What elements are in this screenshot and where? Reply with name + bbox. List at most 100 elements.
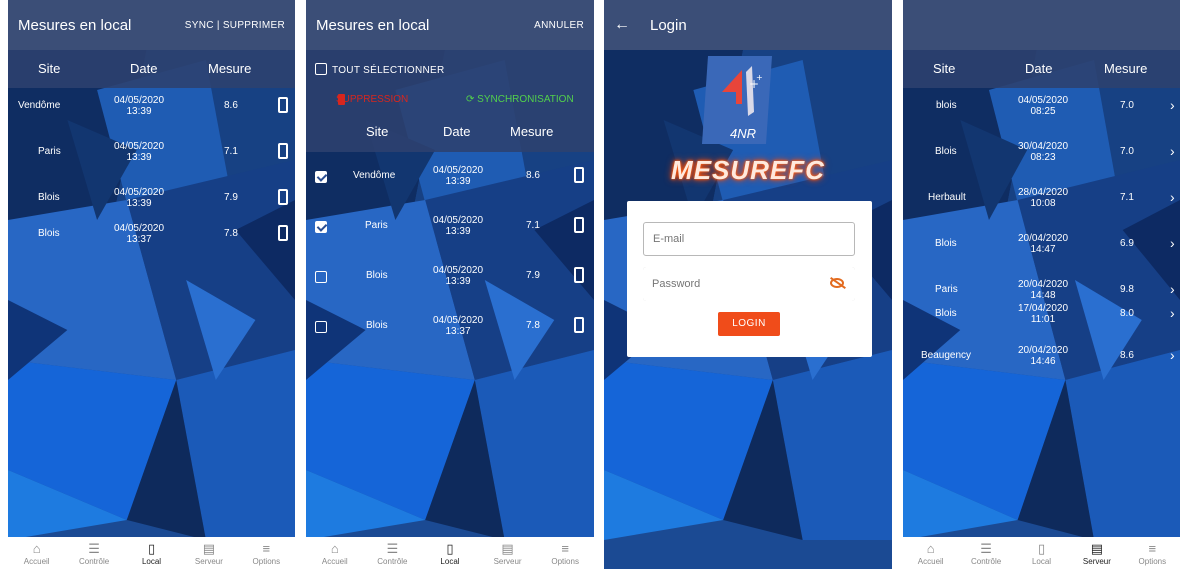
column-value: Mesure	[1104, 61, 1148, 76]
table-row[interactable]: blois 04/05/2020 08:25 7.0 ›	[903, 84, 1180, 130]
phone-icon	[278, 143, 288, 159]
nav-options[interactable]: ≡ Options	[1125, 537, 1180, 569]
row-site: blois	[936, 100, 957, 111]
table-row[interactable]: Herbault 28/04/2020 10:08 7.1 ›	[903, 176, 1180, 222]
row-value: 7.0	[1120, 100, 1134, 111]
row-site: Vendôme	[18, 100, 61, 111]
row-checkbox[interactable]	[315, 321, 327, 333]
column-value: Mesure	[510, 124, 554, 139]
server-icon: ▤	[1090, 541, 1104, 556]
row-value: 7.1	[1120, 192, 1134, 203]
nav-server[interactable]: ▤ Serveur	[1069, 537, 1124, 569]
nav-home[interactable]: ⌂ Accueil	[8, 537, 65, 569]
sync-delete-button[interactable]: SYNC | SUPPRIMER	[185, 20, 285, 31]
table-row[interactable]: Vendôme 04/05/2020 13:39 8.6	[306, 154, 594, 200]
nav-home[interactable]: ⌂ Accueil	[306, 537, 364, 569]
nav-options[interactable]: ≡ Options	[536, 537, 594, 569]
table-row[interactable]: Blois 04/05/2020 13:37 7.8	[8, 212, 295, 258]
menu-icon: ≡	[1148, 541, 1157, 556]
server-icon: ▤	[202, 541, 216, 556]
login-button[interactable]: LOGIN	[718, 312, 780, 336]
row-value: 7.9	[224, 192, 238, 203]
app-bar: ← Login	[604, 0, 892, 50]
row-site: Beaugency	[921, 350, 972, 361]
nav-home[interactable]: ⌂ Accueil	[903, 537, 958, 569]
nav-local[interactable]: ▯ Local	[1014, 537, 1069, 569]
delete-button[interactable]: SUPPRESSION	[336, 94, 408, 105]
row-checkbox[interactable]	[315, 171, 327, 183]
phone-icon	[574, 267, 584, 283]
home-icon: ⌂	[330, 541, 339, 556]
eye-off-icon[interactable]	[830, 278, 844, 288]
page-title: Mesures en local	[316, 16, 430, 34]
row-site: Blois	[38, 192, 60, 203]
login-card: LOGIN	[627, 201, 872, 357]
select-all-checkbox[interactable]: TOUT SÉLECTIONNER	[315, 63, 445, 76]
checklist-icon: ☰	[980, 541, 992, 556]
chevron-right-icon: ›	[1170, 143, 1175, 159]
column-site: Site	[38, 61, 61, 76]
phone-icon	[278, 189, 288, 205]
table-header: Site Date Mesure	[8, 50, 295, 88]
chevron-right-icon: ›	[1170, 189, 1175, 205]
nav-local[interactable]: ▯ Local	[123, 537, 180, 569]
cancel-button[interactable]: ANNULER	[534, 20, 584, 31]
row-checkbox[interactable]	[315, 271, 327, 283]
row-value: 8.0	[1120, 308, 1134, 319]
phone-icon	[278, 97, 288, 113]
home-icon: ⌂	[32, 541, 41, 556]
back-arrow-icon[interactable]: ←	[614, 16, 630, 34]
row-site: Blois	[366, 320, 388, 331]
email-field[interactable]	[643, 222, 855, 256]
table-row[interactable]: Blois 30/04/2020 08:23 7.0 ›	[903, 130, 1180, 176]
row-site: Paris	[38, 146, 61, 157]
logo-text: 4NR	[730, 126, 757, 141]
chevron-right-icon: ›	[1170, 235, 1175, 251]
app-bar: Mesures en local ANNULER	[306, 0, 594, 50]
nav-options[interactable]: ≡ Options	[238, 537, 295, 569]
page-title: Login	[650, 16, 687, 34]
table-row[interactable]: Blois 17/04/2020 11:01 8.0 ›	[903, 292, 1180, 338]
app-bar: Mesures en local SYNC | SUPPRIMER	[8, 0, 295, 50]
home-icon: ⌂	[926, 541, 935, 556]
phone-icon: ▯	[1037, 541, 1046, 556]
nav-local[interactable]: ▯ Local	[421, 537, 479, 569]
password-field[interactable]	[643, 267, 855, 301]
row-date: 04/05/2020 13:39	[113, 141, 165, 163]
phone-icon	[574, 217, 584, 233]
local-measures-screen: Mesures en local SYNC | SUPPRIMER Site D…	[8, 0, 295, 569]
nav-server[interactable]: ▤ Serveur	[479, 537, 537, 569]
table-row[interactable]: Paris 04/05/2020 13:39 7.1	[306, 204, 594, 250]
table-row[interactable]: Blois 04/05/2020 13:39 7.9	[306, 254, 594, 300]
row-site: Vendôme	[353, 170, 396, 181]
nav-control[interactable]: ☰ Contrôle	[364, 537, 422, 569]
bottom-nav: ⌂ Accueil ☰ Contrôle ▯ Local ▤ Serveur ≡ Opti…	[903, 537, 1180, 569]
selection-screen: Mesures en local ANNULER TOUT SÉLECTIONN…	[306, 0, 594, 569]
row-value: 8.6	[1120, 350, 1134, 361]
table-row[interactable]: Blois 20/04/2020 14:47 6.9 ›	[903, 222, 1180, 268]
nav-server[interactable]: ▤ Serveur	[180, 537, 237, 569]
row-date: 04/05/2020 13:39	[113, 95, 165, 117]
nav-control[interactable]: ☰ Contrôle	[958, 537, 1013, 569]
column-date: Date	[130, 61, 158, 76]
table-row[interactable]: Vendôme 04/05/2020 13:39 8.6	[8, 84, 295, 130]
table-row[interactable]: Blois 04/05/2020 13:37 7.8	[306, 304, 594, 350]
sync-button[interactable]: ⟳ SYNCHRONISATION	[466, 94, 574, 105]
phone-icon	[574, 167, 584, 183]
row-site: Blois	[38, 228, 60, 239]
table-row[interactable]: Beaugency 20/04/2020 14:46 8.6 ›	[903, 334, 1180, 380]
selection-toolbar: TOUT SÉLECTIONNER SUPPRESSION ⟳ SYNCHRON…	[306, 50, 594, 152]
checkbox-icon	[315, 63, 327, 75]
menu-icon: ≡	[262, 541, 271, 556]
row-site: Paris	[365, 220, 388, 231]
row-date: 04/05/2020 08:25	[1017, 95, 1069, 117]
chevron-right-icon: ›	[1170, 347, 1175, 363]
row-checkbox[interactable]	[315, 221, 327, 233]
bottom-nav: ⌂ Accueil ☰ Contrôle ▯ Local ▤ Serveur ≡ Opti…	[8, 537, 295, 569]
row-date: 04/05/2020 13:39	[432, 165, 484, 187]
table-row[interactable]: Paris 04/05/2020 13:39 7.1	[8, 130, 295, 176]
svg-text:+: +	[756, 73, 763, 82]
row-site: Herbault	[928, 192, 966, 203]
nav-control[interactable]: ☰ Contrôle	[65, 537, 122, 569]
row-value: 7.8	[526, 320, 540, 331]
